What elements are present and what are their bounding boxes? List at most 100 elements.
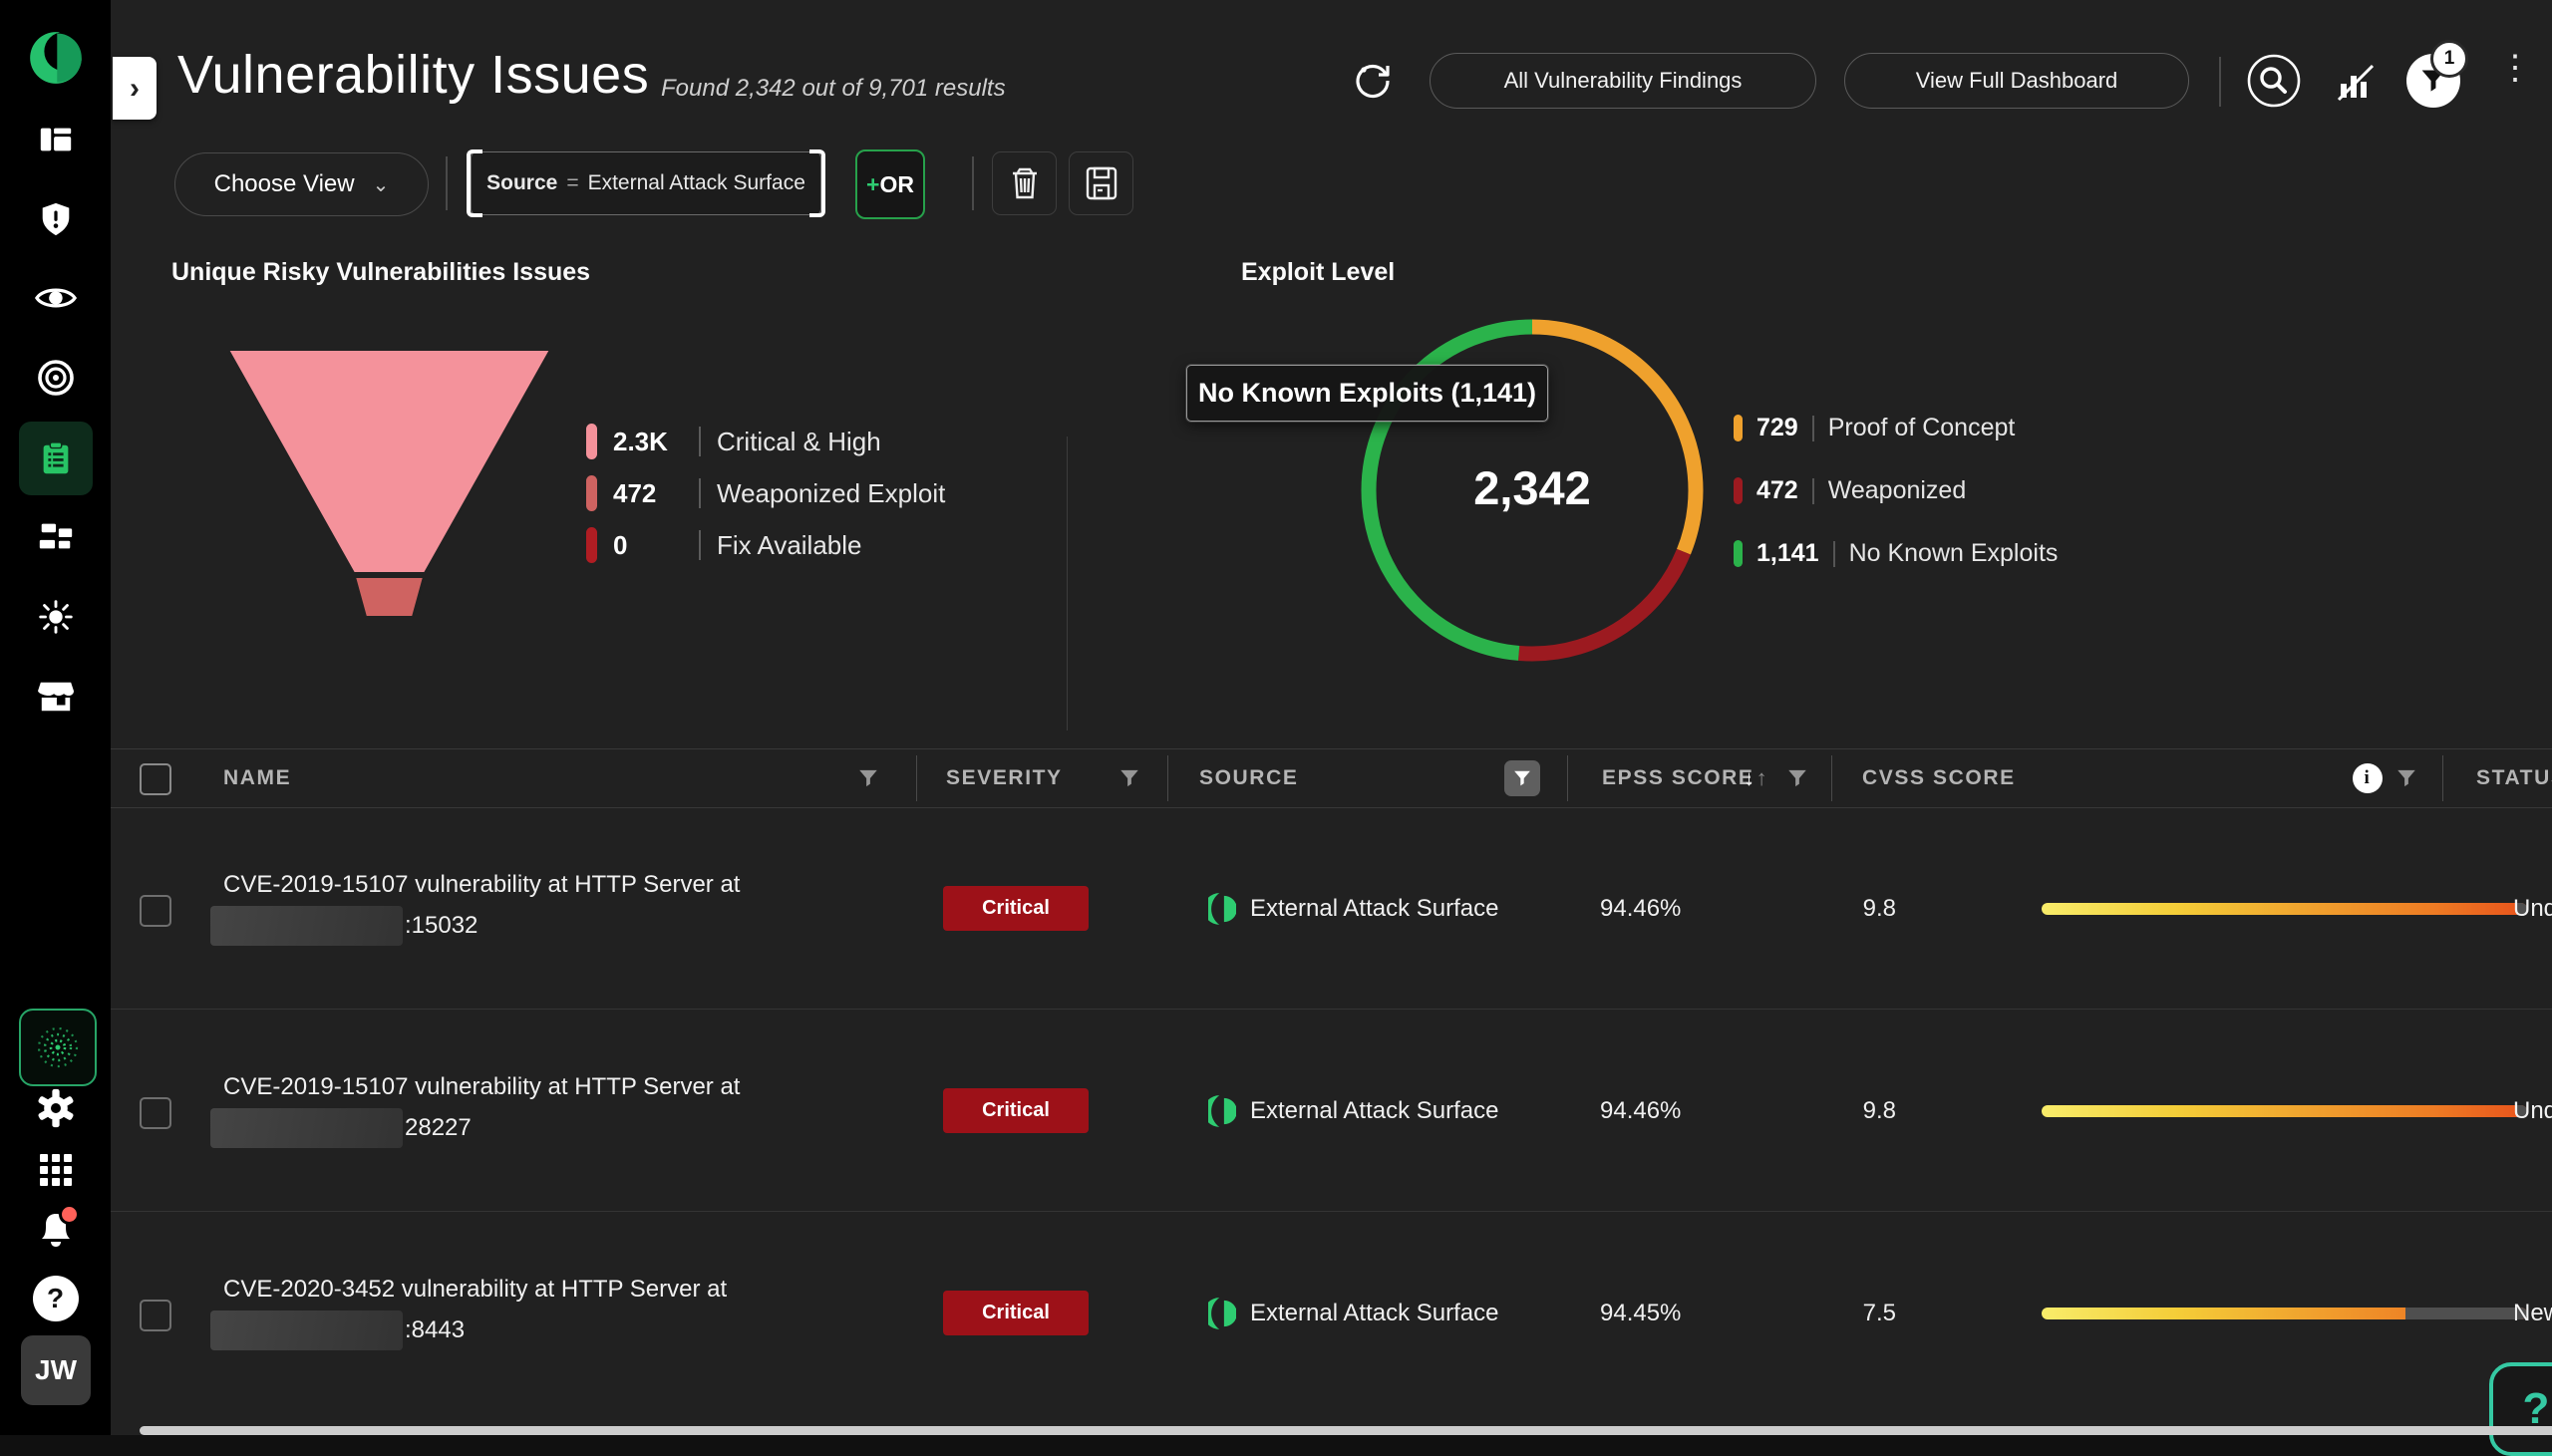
sidebar-item-threats[interactable]	[0, 593, 111, 641]
funnel-stat: 472 Weaponized Exploit	[586, 475, 945, 511]
delete-filters-button[interactable]	[992, 151, 1057, 215]
source-label: External Attack Surface	[1250, 895, 1498, 923]
funnel-icon	[2396, 768, 2416, 788]
filter-divider-2	[972, 156, 974, 210]
choose-view-dropdown[interactable]: Choose View ⌄	[174, 152, 429, 216]
bar-chart-icon	[2333, 60, 2377, 104]
vulnerability-name[interactable]: CVE-2019-15107 vulnerability at HTTP Ser…	[210, 1072, 740, 1148]
stat-marker	[586, 475, 597, 511]
kebab-menu-button[interactable]: ⋮	[2498, 62, 2532, 74]
cvss-score-bar	[2042, 1308, 2527, 1319]
notification-badge-dot	[59, 1204, 80, 1225]
column-severity[interactable]: SEVERITY	[946, 749, 1063, 807]
cvss-info-button[interactable]: i	[2353, 749, 2383, 807]
view-full-dashboard-button[interactable]: View Full Dashboard	[1844, 53, 2189, 109]
legend-item: 1,141 No Known Exploits	[1734, 539, 2058, 568]
sidebar-item-modules[interactable]	[0, 515, 111, 559]
sidebar: ? JW	[0, 0, 111, 1435]
sidebar-item-ai-sonar[interactable]	[19, 1009, 97, 1086]
sidebar-item-alerts[interactable]	[0, 195, 111, 243]
sidebar-item-dashboards[interactable]	[0, 118, 111, 161]
legend-value: 1,141	[1756, 539, 1819, 568]
stat-value: 472	[613, 478, 683, 509]
funnel-stat: 2.3K Critical & High	[586, 424, 945, 459]
donut-tooltip: No Known Exploits (1,141)	[1186, 365, 1548, 422]
sidebar-item-notifications[interactable]	[0, 1208, 111, 1258]
clipboard-list-icon	[37, 439, 75, 477]
sidebar-item-settings[interactable]	[0, 1085, 111, 1131]
row-checkbox[interactable]	[140, 1300, 171, 1331]
legend-item: 472 Weaponized	[1734, 476, 2058, 505]
refresh-button[interactable]	[1344, 52, 1402, 110]
chip-field: Source	[486, 171, 557, 195]
exploit-panel-title: Exploit Level	[1241, 258, 1395, 287]
source-cell: External Attack Surface	[1208, 1094, 1498, 1128]
sidebar-item-visibility[interactable]	[0, 276, 111, 320]
stat-label: Weaponized Exploit	[717, 478, 945, 509]
column-source[interactable]: SOURCE	[1199, 749, 1298, 807]
help-fab-button[interactable]: ?	[2489, 1362, 2552, 1456]
vulnerability-name[interactable]: CVE-2020-3452 vulnerability at HTTP Serv…	[210, 1275, 727, 1350]
sidebar-item-help[interactable]: ?	[0, 1276, 111, 1321]
column-name[interactable]: NAME	[223, 749, 291, 807]
legend-divider	[1812, 416, 1814, 441]
epss-score: 94.46%	[1600, 1097, 1681, 1125]
stat-marker	[586, 424, 597, 459]
filter-button[interactable]: 1	[2406, 54, 2460, 108]
funnel-stat: 0 Fix Available	[586, 527, 945, 563]
brand-logo-icon	[25, 27, 87, 89]
filter-chip-source[interactable]: Source = External Attack Surface	[471, 151, 821, 215]
chip-left-bracket	[467, 149, 482, 217]
legend-item: 729 Proof of Concept	[1734, 414, 2058, 442]
analytics-button[interactable]	[2329, 56, 2381, 108]
all-vulnerability-findings-button[interactable]: All Vulnerability Findings	[1430, 53, 1816, 109]
save-view-button[interactable]	[1069, 151, 1133, 215]
name-line1: CVE-2019-15107 vulnerability at HTTP Ser…	[210, 1072, 740, 1102]
sidebar-item-logo[interactable]	[0, 26, 111, 90]
user-avatar[interactable]: JW	[21, 1335, 91, 1405]
severity-badge: Critical	[943, 1088, 1089, 1133]
search-button[interactable]	[2245, 52, 2303, 110]
source-label: External Attack Surface	[1250, 1097, 1498, 1125]
legend-value: 729	[1756, 414, 1798, 442]
epss-score: 94.45%	[1600, 1300, 1681, 1327]
select-all-checkbox[interactable]	[140, 763, 171, 795]
risk-funnel-chart[interactable]	[228, 350, 550, 629]
sort-asc-icon: ↑	[1756, 765, 1769, 791]
add-or-filter-button[interactable]: +OR	[855, 149, 925, 219]
epss-sort-button[interactable]: ↓↑	[1744, 749, 1768, 807]
column-cvss-score[interactable]: CVSS SCORE	[1862, 749, 2016, 807]
donut-legend: 729 Proof of Concept 472 Weaponized 1,14…	[1734, 414, 2058, 568]
horizontal-scrollbar[interactable]	[140, 1426, 2552, 1435]
sidebar-item-apps[interactable]	[0, 1148, 111, 1192]
column-status[interactable]: STATUS	[2476, 749, 2552, 807]
severity-filter-button[interactable]	[1119, 749, 1139, 807]
name-port: :15032	[405, 911, 478, 941]
name-port: 28227	[405, 1113, 472, 1143]
row-checkbox[interactable]	[140, 895, 171, 927]
table-row[interactable]: CVE-2020-3452 vulnerability at HTTP Serv…	[111, 1212, 2552, 1414]
refresh-icon	[1350, 58, 1396, 104]
table-row[interactable]: CVE-2019-15107 vulnerability at HTTP Ser…	[111, 1010, 2552, 1212]
sidebar-item-targets[interactable]	[0, 354, 111, 402]
legend-label: Proof of Concept	[1828, 414, 2016, 442]
cvss-filter-button[interactable]	[2396, 749, 2416, 807]
cvss-score: 7.5	[1824, 1300, 1896, 1327]
table-row[interactable]: CVE-2019-15107 vulnerability at HTTP Ser…	[111, 807, 2552, 1010]
stat-label: Fix Available	[717, 530, 862, 561]
header-divider	[2219, 57, 2221, 107]
legend-label: Weaponized	[1828, 476, 1967, 505]
severity-badge: Critical	[943, 1291, 1089, 1335]
sidebar-item-vulnerabilities-active[interactable]	[19, 422, 93, 495]
external-attack-surface-icon	[1208, 892, 1236, 926]
save-icon	[1086, 166, 1117, 200]
epss-filter-button[interactable]	[1787, 749, 1807, 807]
collapse-sidebar-button[interactable]: ›	[113, 57, 157, 120]
row-checkbox[interactable]	[140, 1097, 171, 1129]
vulnerability-name[interactable]: CVE-2019-15107 vulnerability at HTTP Ser…	[210, 870, 740, 946]
sidebar-item-marketplace[interactable]	[0, 675, 111, 719]
column-epss-score[interactable]: EPSS SCORE	[1602, 749, 1754, 807]
funnel-panel-title: Unique Risky Vulnerabilities Issues	[171, 258, 590, 287]
source-filter-button-active[interactable]	[1504, 749, 1540, 807]
name-filter-button[interactable]	[858, 749, 878, 807]
